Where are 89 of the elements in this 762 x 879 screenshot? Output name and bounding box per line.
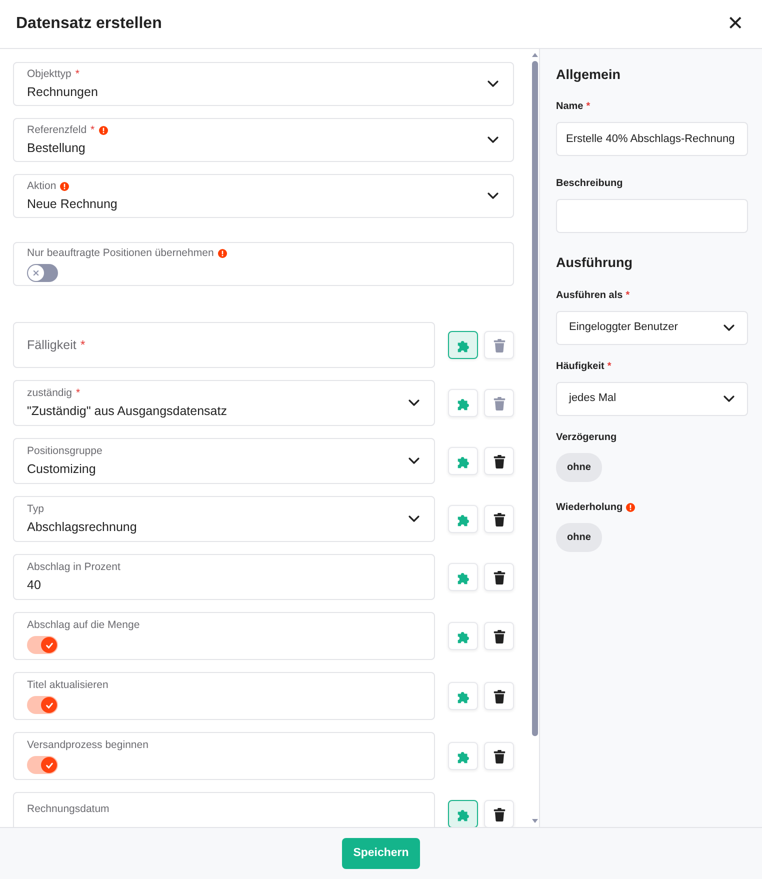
select-field[interactable]: Referenzfeld * Bestellung bbox=[13, 118, 514, 162]
required-asterisk: * bbox=[75, 67, 80, 81]
trash-icon bbox=[492, 454, 506, 468]
chevron-down-icon bbox=[408, 457, 420, 465]
check-icon bbox=[44, 640, 54, 650]
chevron-down-icon bbox=[408, 399, 420, 407]
select-field[interactable]: Positionsgruppe Customizing bbox=[13, 438, 435, 484]
field-label: Aktion bbox=[27, 179, 56, 193]
field-value: Bestellung bbox=[27, 140, 86, 157]
field-label: Abschlag auf die Menge bbox=[27, 618, 140, 632]
trash-icon bbox=[492, 748, 506, 764]
field-value: jedes Mal bbox=[569, 391, 616, 406]
option-chip[interactable]: ohne bbox=[556, 452, 602, 482]
delete-button[interactable] bbox=[484, 682, 514, 710]
delete-button[interactable] bbox=[484, 505, 514, 533]
close-button[interactable]: ✕ bbox=[723, 14, 748, 34]
field-label: Fälligkeit bbox=[27, 338, 76, 352]
required-asterisk: * bbox=[90, 123, 95, 137]
field-value: Rechnungen bbox=[27, 84, 99, 101]
input-field[interactable]: Erstelle 40% Abschlags-Rechnung bbox=[556, 122, 748, 156]
field-label: Rechnungsdatum bbox=[27, 802, 110, 816]
delete-button[interactable] bbox=[484, 622, 514, 650]
required-asterisk: * bbox=[626, 288, 630, 302]
trash-icon bbox=[492, 688, 506, 704]
field-value: Customizing bbox=[27, 461, 97, 478]
option-chip[interactable]: ohne bbox=[556, 522, 602, 552]
trash-icon bbox=[492, 338, 506, 352]
field-label: Typ bbox=[27, 502, 44, 516]
select-field[interactable]: Aktion Neue Rechnung bbox=[13, 174, 514, 218]
field-label: Titel aktualisieren bbox=[27, 678, 108, 692]
select-field[interactable]: Objekttyp * Rechnungen bbox=[13, 62, 514, 106]
field-label: Objekttyp bbox=[27, 67, 72, 81]
field-label: Wiederholung bbox=[556, 500, 623, 514]
puzzle-button[interactable] bbox=[448, 800, 478, 827]
trash-icon bbox=[492, 570, 506, 584]
select-field[interactable]: jedes Mal bbox=[556, 382, 748, 416]
field-label: Positionsgruppe bbox=[27, 444, 102, 458]
dialog-title: Datensatz erstellen bbox=[16, 14, 162, 34]
chevron-down-icon bbox=[723, 324, 735, 332]
check-icon bbox=[44, 760, 54, 770]
chevron-down-icon bbox=[408, 515, 420, 523]
field-label: Verzögerung bbox=[556, 430, 617, 444]
chevron-down-icon bbox=[487, 136, 499, 144]
select-field[interactable]: Typ Abschlagsrechnung bbox=[13, 496, 435, 542]
field-label: Versandprozess beginnen bbox=[27, 738, 148, 752]
select-field[interactable]: zuständig * "Zuständig" aus Ausgangsdatensatz bbox=[13, 380, 435, 426]
field-label: Beschreibung bbox=[556, 177, 623, 192]
field-label: Nur beauftragte Positionen übernehmen bbox=[27, 246, 214, 260]
field-value: 40 bbox=[27, 577, 42, 594]
x-icon bbox=[32, 269, 40, 277]
input-field[interactable] bbox=[556, 199, 748, 234]
delete-button[interactable] bbox=[484, 447, 514, 475]
input-field[interactable]: Fälligkeit * bbox=[13, 322, 435, 368]
input-field[interactable]: Abschlag in Prozent 40 bbox=[13, 554, 435, 600]
toggle-switch[interactable] bbox=[27, 756, 58, 774]
field-label: Referenzfeld bbox=[27, 123, 87, 137]
field-label: Abschlag in Prozent bbox=[27, 560, 120, 574]
required-asterisk: * bbox=[76, 386, 80, 400]
field-label: Häufigkeit bbox=[556, 360, 604, 374]
required-asterisk: * bbox=[586, 100, 590, 114]
toggle-switch[interactable] bbox=[27, 636, 58, 654]
input-field[interactable]: Rechnungsdatum bbox=[13, 792, 435, 827]
field-value: Erstelle 40% Abschlags-Rechnung bbox=[566, 132, 735, 147]
field-label: Name bbox=[556, 100, 584, 114]
field-value: "Zuständig" aus Ausgangsdatensatz bbox=[27, 403, 228, 420]
trash-icon bbox=[492, 628, 506, 644]
select-field[interactable]: Eingeloggter Benutzer bbox=[556, 310, 748, 344]
required-asterisk: * bbox=[607, 360, 612, 374]
chevron-down-icon bbox=[723, 394, 735, 402]
trash-icon bbox=[492, 512, 506, 526]
field-label: zuständig bbox=[27, 386, 72, 400]
delete-button[interactable] bbox=[484, 563, 514, 591]
section-heading: Allgemein bbox=[556, 66, 622, 84]
delete-button[interactable] bbox=[484, 742, 514, 770]
field-value: Eingeloggter Benutzer bbox=[569, 320, 678, 336]
field-value: Abschlagsrechnung bbox=[27, 519, 138, 536]
toggle-switch[interactable] bbox=[27, 696, 58, 714]
toggle-switch[interactable] bbox=[27, 264, 58, 282]
trash-icon bbox=[492, 396, 506, 410]
puzzle-button[interactable] bbox=[448, 331, 478, 359]
required-asterisk: * bbox=[80, 338, 86, 352]
delete-button[interactable] bbox=[484, 800, 514, 827]
field-label: Ausführen als bbox=[556, 288, 623, 302]
check-icon bbox=[44, 700, 54, 710]
field-value: Neue Rechnung bbox=[27, 196, 118, 213]
chevron-down-icon bbox=[487, 80, 499, 88]
chevron-down-icon bbox=[487, 192, 499, 200]
trash-icon bbox=[492, 806, 506, 822]
section-heading: Ausführung bbox=[556, 254, 634, 272]
